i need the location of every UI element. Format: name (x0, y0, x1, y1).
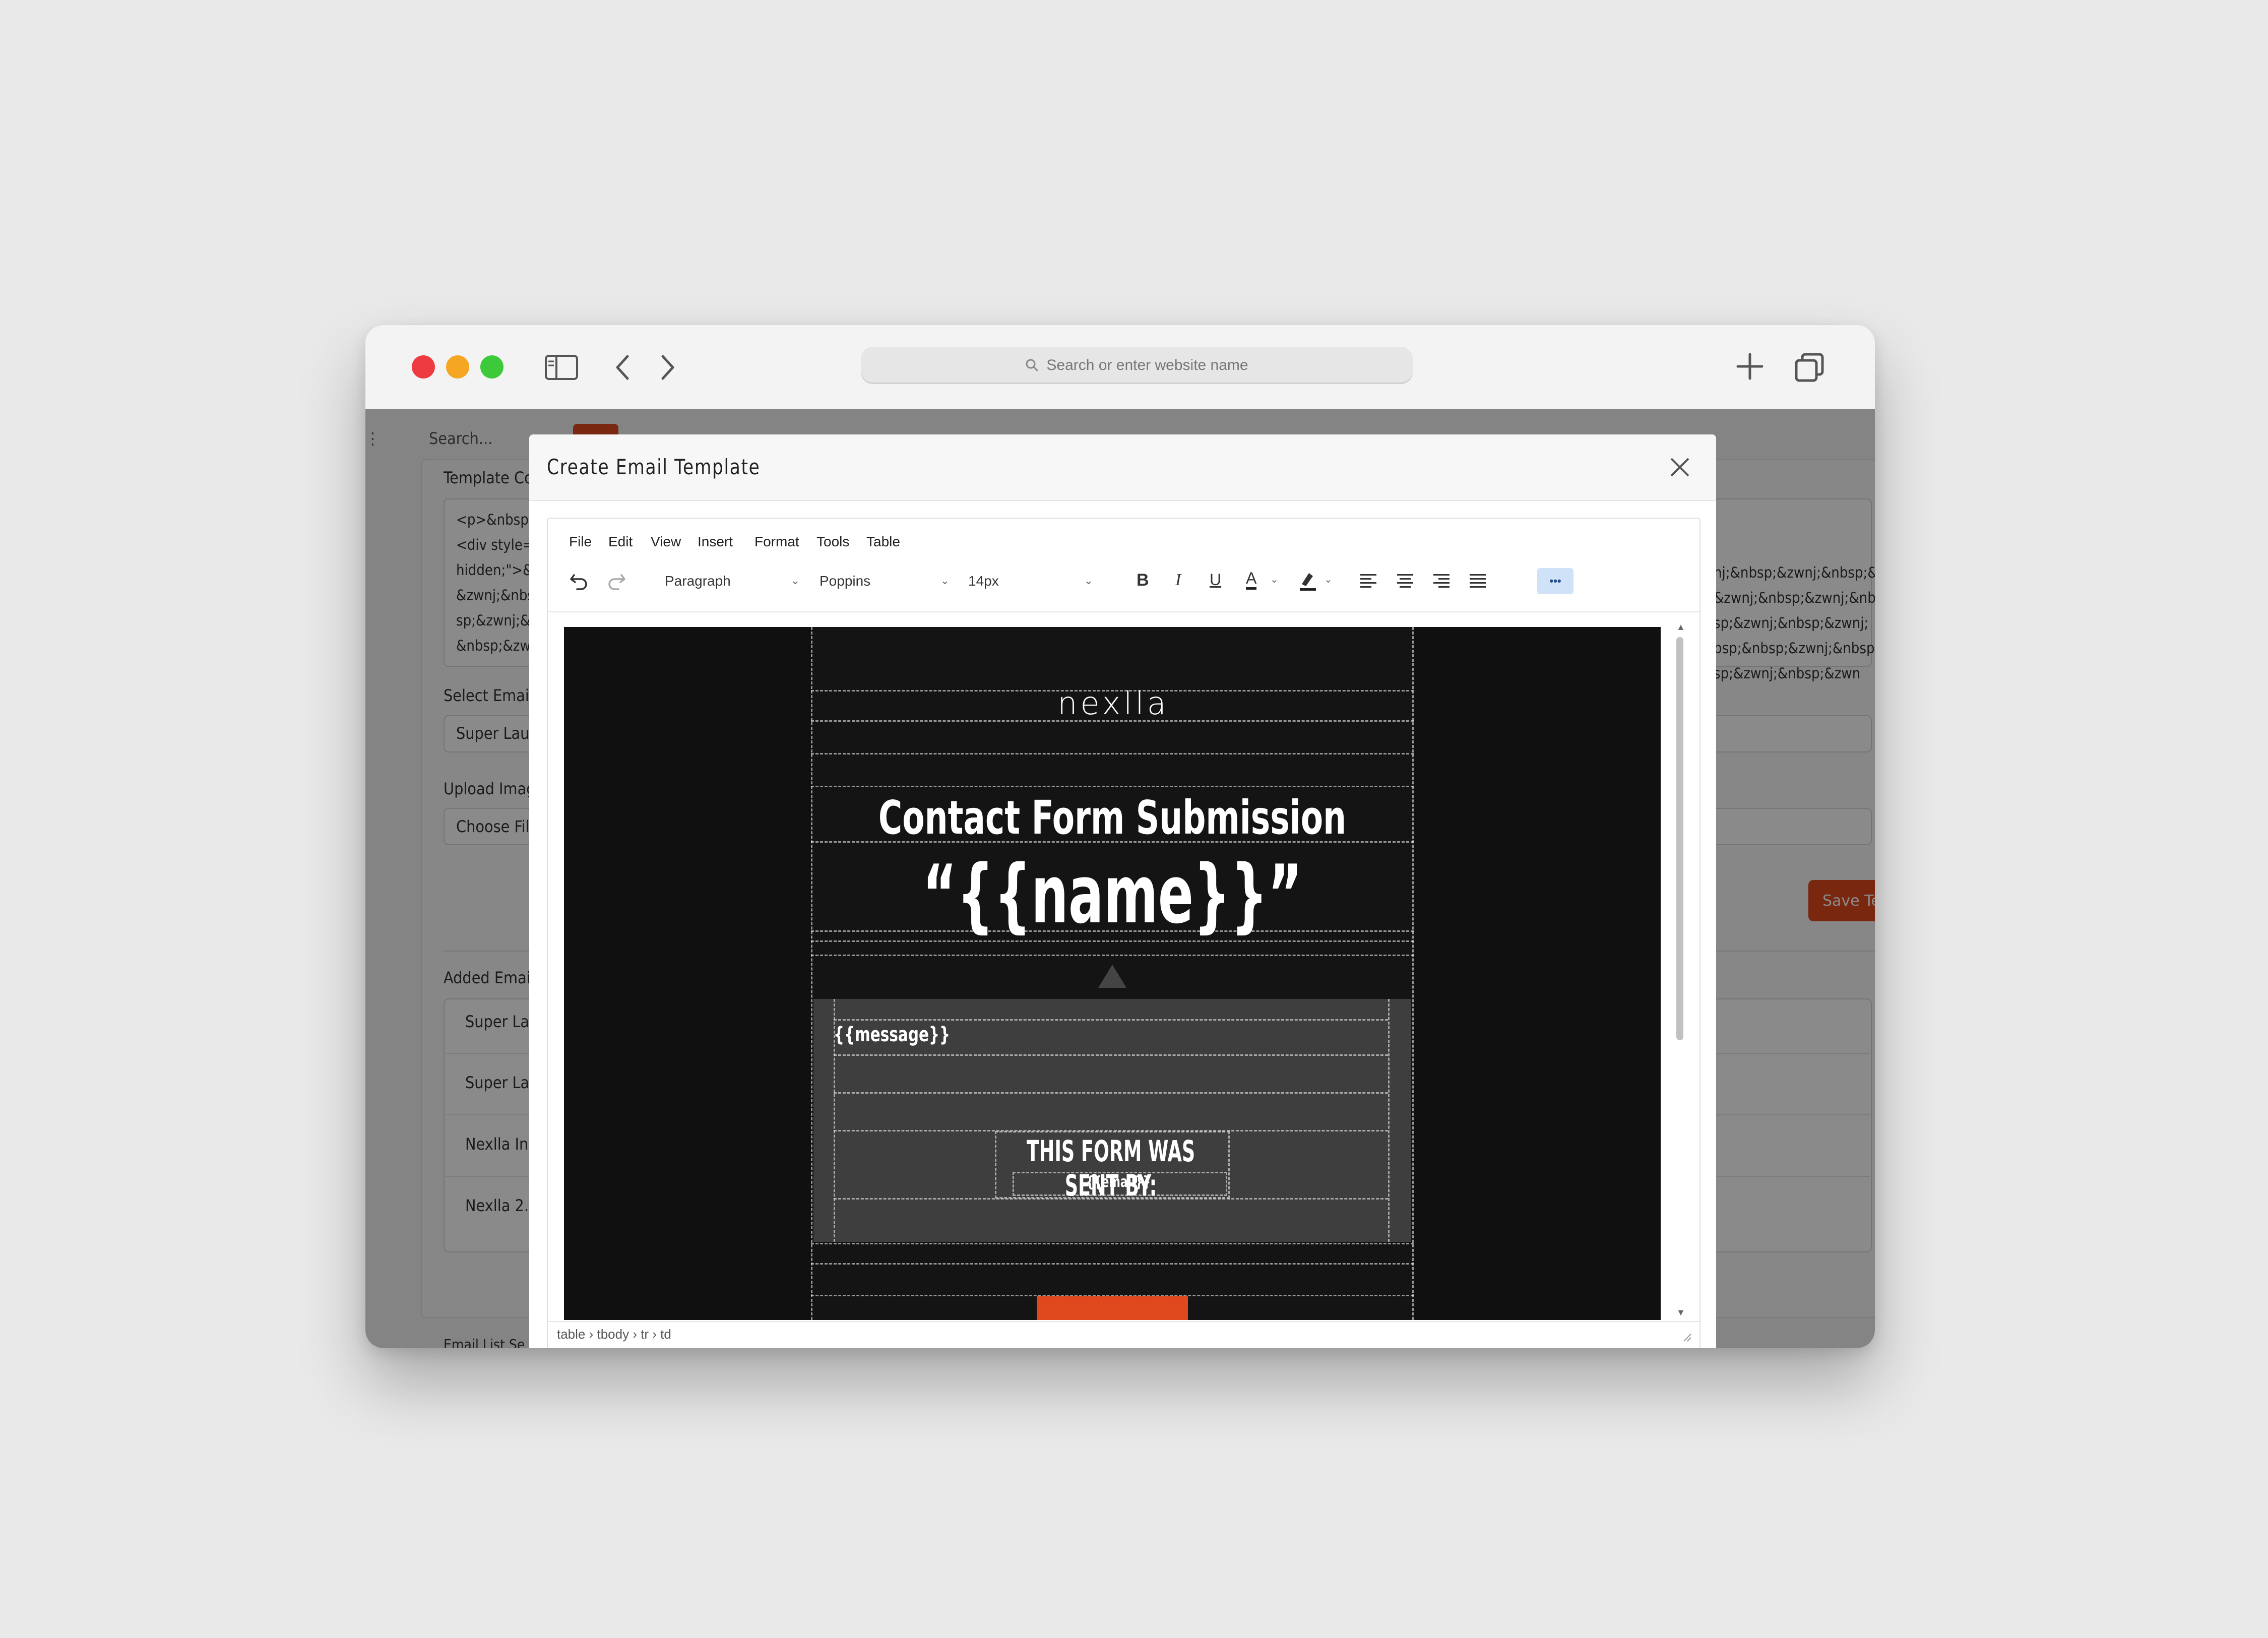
message-box: {{message}} THIS FORM WAS SENT BY: {{ema… (813, 999, 1411, 1242)
chevron-down-icon[interactable]: ⌄ (1324, 573, 1333, 586)
chevron-down-icon[interactable]: ⌄ (1270, 573, 1279, 586)
forward-icon[interactable] (658, 353, 678, 384)
rich-text-editor: File Edit View Insert Format Tools Table… (547, 518, 1700, 1348)
sidebar-toggle-icon[interactable] (544, 354, 579, 383)
menu-view[interactable]: View (651, 534, 681, 550)
menu-format[interactable]: Format (754, 534, 799, 550)
font-size-value: 14px (968, 573, 999, 589)
email-body-column: nexlla Contact Form Submission “{{name}}… (811, 627, 1414, 1320)
element-path: table › tbody › tr › td (557, 1327, 671, 1342)
align-right-icon[interactable] (1432, 573, 1451, 592)
toolbar-divider (548, 611, 1699, 612)
statusbar-divider (548, 1321, 1699, 1322)
menu-table[interactable]: Table (866, 534, 900, 550)
align-left-icon[interactable] (1359, 573, 1377, 592)
chevron-down-icon: ⌄ (1084, 574, 1093, 587)
resize-handle-icon[interactable] (1681, 1331, 1692, 1345)
chevron-down-icon: ⌄ (790, 574, 800, 587)
font-family-select[interactable]: Poppins ⌄ (813, 567, 955, 595)
email-heading: Contact Form Submission (878, 791, 1347, 845)
message-placeholder: {{message}} (834, 1023, 951, 1046)
menu-edit[interactable]: Edit (608, 534, 633, 550)
modal-title: Create Email Template (547, 455, 761, 479)
text-color-icon[interactable]: A (1246, 569, 1257, 590)
scroll-down-icon[interactable]: ▼ (1676, 1307, 1685, 1318)
search-icon (1026, 359, 1039, 372)
close-window-button[interactable] (412, 355, 435, 379)
redo-icon[interactable] (606, 572, 626, 593)
undo-icon[interactable] (569, 572, 589, 593)
menu-insert[interactable]: Insert (698, 534, 733, 550)
bold-icon[interactable]: B (1137, 571, 1149, 590)
underline-icon[interactable]: U (1210, 571, 1221, 589)
font-family-value: Poppins (820, 573, 871, 589)
new-tab-icon[interactable] (1735, 351, 1765, 384)
back-icon[interactable] (612, 353, 633, 384)
name-placeholder: “{{name}}” (922, 847, 1302, 941)
create-email-template-modal: Create Email Template File Edit View Ins… (529, 434, 1716, 1348)
browser-toolbar: Search or enter website name (365, 325, 1875, 410)
cta-button[interactable] (1037, 1296, 1188, 1320)
close-icon[interactable] (1668, 456, 1691, 481)
editor-scrollbar[interactable]: ▲ ▼ (1674, 622, 1685, 1322)
more-icon[interactable]: ••• (1537, 568, 1573, 594)
modal-header: Create Email Template (529, 434, 1716, 501)
block-format-select[interactable]: Paragraph ⌄ (659, 567, 805, 595)
justify-icon[interactable] (1469, 573, 1487, 592)
scroll-up-icon[interactable]: ▲ (1676, 622, 1685, 633)
minimize-window-button[interactable] (446, 355, 469, 379)
menu-tools[interactable]: Tools (816, 534, 849, 550)
highlight-icon[interactable] (1298, 569, 1318, 594)
zoom-window-button[interactable] (480, 355, 503, 379)
align-center-icon[interactable] (1396, 573, 1414, 592)
nexlla-logo: nexlla (1057, 685, 1169, 722)
font-size-select[interactable]: 14px ⌄ (962, 567, 1098, 595)
italic-icon[interactable]: I (1175, 571, 1181, 590)
address-bar[interactable]: Search or enter website name (861, 347, 1413, 384)
tab-overview-icon[interactable] (1793, 351, 1825, 386)
chevron-down-icon: ⌄ (940, 574, 950, 587)
address-placeholder: Search or enter website name (1046, 357, 1248, 373)
email-canvas[interactable]: nexlla Contact Form Submission “{{name}}… (564, 627, 1661, 1320)
menu-file[interactable]: File (569, 534, 592, 550)
block-format-value: Paragraph (665, 573, 731, 589)
scroll-thumb[interactable] (1676, 637, 1683, 1040)
email-placeholder: {{email}} (1086, 1173, 1151, 1191)
pointer-triangle-icon (1097, 964, 1127, 991)
